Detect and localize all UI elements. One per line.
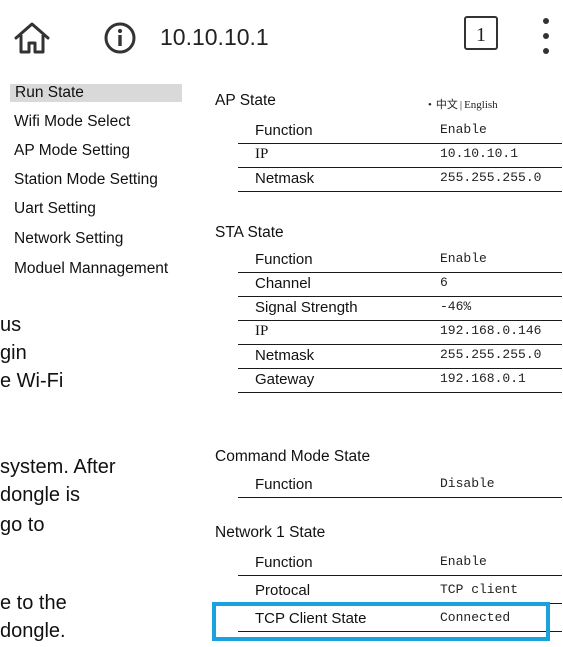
table-row: IP 10.10.10.1 [238, 144, 562, 168]
lang-english-link[interactable]: English [464, 99, 498, 111]
table-row: Function Enable [238, 552, 562, 576]
row-key: Gateway [255, 371, 315, 388]
row-value: Enable [440, 554, 487, 569]
row-value: 192.168.0.1 [440, 371, 526, 386]
info-circle-icon[interactable] [102, 20, 138, 56]
row-value: Enable [440, 122, 487, 137]
section-title-command-mode-state: Command Mode State [215, 448, 371, 465]
address-bar[interactable]: 10.10.10.1 [160, 20, 269, 54]
background-text-line: go to [0, 514, 45, 536]
home-icon[interactable] [10, 16, 54, 60]
table-row: IP 192.168.0.146 [238, 321, 562, 345]
row-key: Netmask [255, 347, 315, 364]
section-title-network1-state: Network 1 State [215, 524, 326, 541]
row-value: 255.255.255.0 [440, 170, 542, 185]
row-value: Enable [440, 251, 487, 266]
row-key: Function [255, 251, 313, 268]
row-value: 10.10.10.1 [440, 146, 519, 161]
row-key: Protocal [255, 582, 311, 599]
background-text-line: e to the [0, 592, 67, 614]
lang-separator: | [459, 99, 463, 111]
sidebar-item-run-state[interactable]: Run State [10, 84, 182, 102]
sidebar-item-station-mode-setting[interactable]: Station Mode Setting [14, 171, 158, 189]
background-text-line: dongle. [0, 620, 66, 642]
table-row: Netmask 255.255.255.0 [238, 168, 562, 192]
background-text-line: us [0, 314, 22, 336]
background-text-line: gin [0, 342, 27, 364]
tab-switcher-button[interactable]: 1 [464, 16, 498, 50]
table-row: Function Disable [238, 474, 562, 498]
language-bullet: • [428, 99, 432, 111]
row-key: Function [255, 122, 313, 139]
background-text-line: dongle is [0, 484, 81, 506]
more-vertical-icon[interactable] [536, 14, 556, 58]
table-row: Gateway 192.168.0.1 [238, 369, 562, 393]
row-value: -46% [440, 299, 472, 314]
row-key: Function [255, 476, 313, 493]
sidebar-item-uart-setting[interactable]: Uart Setting [14, 200, 96, 218]
background-text-line: e Wi-Fi [0, 370, 64, 392]
row-key: IP [255, 146, 269, 162]
table-row: Netmask 255.255.255.0 [238, 345, 562, 369]
table-row: Signal Strength -46% [238, 297, 562, 321]
background-text-line: system. After [0, 456, 116, 478]
row-value: 192.168.0.146 [440, 323, 542, 338]
section-title-sta-state: STA State [215, 224, 284, 241]
sidebar-item-ap-mode-setting[interactable]: AP Mode Setting [14, 142, 130, 160]
table-row: Function Enable [238, 249, 562, 273]
row-key: Channel [255, 275, 311, 292]
lang-chinese-link[interactable]: 中文 [436, 99, 458, 111]
sidebar-item-module-management[interactable]: Moduel Mannagement [14, 260, 168, 278]
row-key: Signal Strength [255, 299, 358, 316]
language-switch: • 中文 | English [428, 96, 498, 112]
table-row: Function Enable [238, 120, 562, 144]
row-value: 255.255.255.0 [440, 347, 542, 362]
section-title-ap-state: AP State [215, 92, 276, 109]
row-key: IP [255, 323, 269, 339]
row-value: Disable [440, 476, 495, 491]
sidebar-item-network-setting[interactable]: Network Setting [14, 230, 123, 248]
sidebar-item-wifi-mode-select[interactable]: Wifi Mode Select [14, 113, 130, 131]
table-row: Protocal TCP client [238, 580, 562, 604]
row-value: TCP client [440, 582, 519, 597]
row-key: Function [255, 554, 313, 571]
row-key: Netmask [255, 170, 315, 187]
highlight-box [212, 602, 550, 641]
table-row: Channel 6 [238, 273, 562, 297]
row-value: 6 [440, 275, 448, 290]
browser-toolbar: 10.10.10.1 1 [0, 0, 563, 74]
